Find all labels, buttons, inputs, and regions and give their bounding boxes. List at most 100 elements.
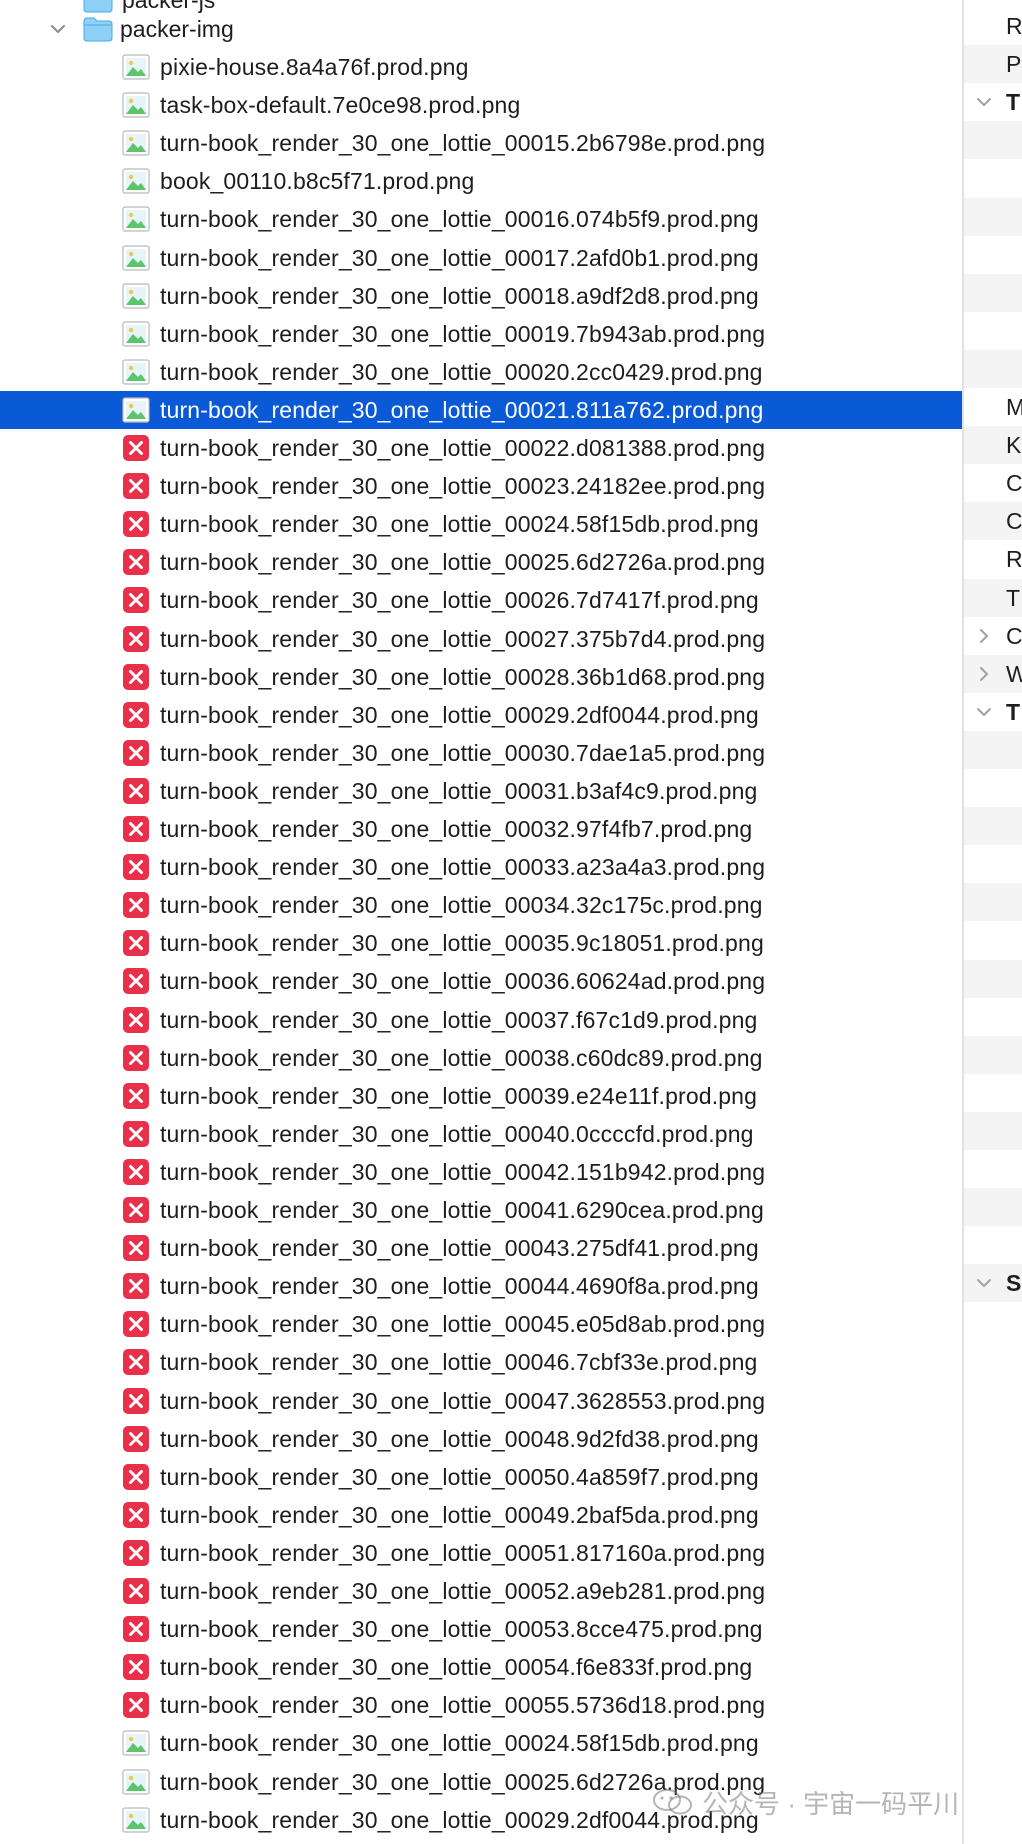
file-row[interactable]: turn-book_render_30_one_lottie_00052.a9e…	[0, 1572, 962, 1610]
file-row[interactable]: turn-book_render_30_one_lottie_00017.2af…	[0, 239, 962, 277]
file-row[interactable]: turn-book_render_30_one_lottie_00030.7da…	[0, 734, 962, 772]
image-file-icon	[122, 321, 150, 347]
missing-file-icon	[123, 1235, 149, 1262]
inspector-row: T	[964, 578, 1022, 617]
missing-file-icon	[123, 1273, 149, 1300]
file-row[interactable]: turn-book_render_30_one_lottie_00036.606…	[0, 962, 962, 1000]
inspector-row	[964, 883, 1022, 922]
file-row[interactable]: turn-book_render_30_one_lottie_00022.d08…	[0, 429, 962, 467]
image-file-icon	[122, 397, 150, 423]
chevron-down-icon[interactable]	[976, 1275, 992, 1291]
file-row[interactable]: turn-book_render_30_one_lottie_00028.36b…	[0, 658, 962, 696]
wechat-logo-icon	[653, 1789, 692, 1815]
missing-file-icon	[123, 1539, 149, 1566]
inspector-row[interactable]: C	[964, 617, 1022, 655]
file-row[interactable]: turn-book_render_30_one_lottie_00025.6d2…	[0, 543, 962, 581]
inspector-label: C	[1006, 508, 1022, 535]
file-name: turn-book_render_30_one_lottie_00027.375…	[160, 625, 766, 652]
file-row[interactable]: turn-book_render_30_one_lottie_00016.074…	[0, 200, 962, 238]
inspector-row[interactable]: T	[964, 83, 1022, 121]
missing-file-icon	[123, 739, 149, 766]
file-row[interactable]: turn-book_render_30_one_lottie_00050.4a8…	[0, 1458, 962, 1496]
file-name: turn-book_render_30_one_lottie_00038.c60…	[160, 1044, 763, 1071]
file-row[interactable]: turn-book_render_30_one_lottie_00023.241…	[0, 467, 962, 505]
file-row[interactable]: turn-book_render_30_one_lottie_00021.811…	[0, 390, 962, 429]
inspector-label: S	[1006, 1270, 1022, 1297]
inspector-label: T	[1006, 698, 1021, 725]
file-name: turn-book_render_30_one_lottie_00040.0cc…	[160, 1120, 754, 1147]
file-row[interactable]: turn-book_render_30_one_lottie_00042.151…	[0, 1153, 962, 1191]
inspector-row: P	[964, 45, 1022, 84]
file-name: turn-book_render_30_one_lottie_00034.32c…	[160, 892, 763, 919]
file-row[interactable]: turn-book_render_30_one_lottie_00027.375…	[0, 620, 962, 658]
file-row[interactable]: turn-book_render_30_one_lottie_00051.817…	[0, 1534, 962, 1572]
chevron-down-icon[interactable]	[50, 21, 66, 37]
chevron-down-icon[interactable]	[976, 704, 992, 720]
file-row[interactable]: turn-book_render_30_one_lottie_00032.97f…	[0, 810, 962, 848]
chevron-down-icon[interactable]	[976, 94, 992, 110]
inspector-row	[964, 845, 1022, 883]
file-row[interactable]: turn-book_render_30_one_lottie_00046.7cb…	[0, 1343, 962, 1381]
file-row[interactable]: turn-book_render_30_one_lottie_00040.0cc…	[0, 1115, 962, 1153]
file-row[interactable]: turn-book_render_30_one_lottie_00035.9c1…	[0, 924, 962, 962]
image-file-icon	[122, 92, 150, 118]
inspector-row[interactable]: T	[964, 693, 1022, 731]
file-row[interactable]: task-box-default.7e0ce98.prod.png	[0, 86, 962, 124]
inspector-row[interactable]: W	[964, 654, 1022, 693]
chevron-right-icon[interactable]	[976, 628, 992, 644]
file-row[interactable]: turn-book_render_30_one_lottie_00043.275…	[0, 1229, 962, 1267]
file-name: book_00110.b8c5f71.prod.png	[160, 168, 475, 195]
inspector-row	[964, 1150, 1022, 1188]
file-row[interactable]: turn-book_render_30_one_lottie_00018.a9d…	[0, 277, 962, 315]
file-row[interactable]: turn-book_render_30_one_lottie_00019.7b9…	[0, 315, 962, 353]
file-row[interactable]: turn-book_render_30_one_lottie_00026.7d7…	[0, 581, 962, 619]
file-name: turn-book_render_30_one_lottie_00021.811…	[160, 396, 764, 423]
inspector-row[interactable]: S	[964, 1264, 1022, 1303]
file-name: turn-book_render_30_one_lottie_00023.241…	[160, 473, 766, 500]
file-row[interactable]: turn-book_render_30_one_lottie_00037.f67…	[0, 1001, 962, 1039]
file-row[interactable]: turn-book_render_30_one_lottie_00029.2df…	[0, 696, 962, 734]
file-name: turn-book_render_30_one_lottie_00016.074…	[160, 206, 759, 233]
missing-file-icon	[123, 1616, 149, 1643]
file-row[interactable]: turn-book_render_30_one_lottie_00015.2b6…	[0, 124, 962, 162]
file-row[interactable]: turn-book_render_30_one_lottie_00041.629…	[0, 1191, 962, 1229]
file-row[interactable]: turn-book_render_30_one_lottie_00055.573…	[0, 1686, 962, 1724]
file-row[interactable]: turn-book_render_30_one_lottie_00054.f6e…	[0, 1648, 962, 1686]
file-name: turn-book_render_30_one_lottie_00019.7b9…	[160, 320, 766, 347]
inspector-row	[964, 236, 1022, 274]
file-row[interactable]: book_00110.b8c5f71.prod.png	[0, 162, 962, 200]
file-row[interactable]: turn-book_render_30_one_lottie_00039.e24…	[0, 1077, 962, 1115]
file-name: turn-book_render_30_one_lottie_00042.151…	[160, 1158, 766, 1185]
file-row[interactable]: turn-book_render_30_one_lottie_00053.8cc…	[0, 1610, 962, 1648]
file-row[interactable]: turn-book_render_30_one_lottie_00044.469…	[0, 1267, 962, 1305]
file-row[interactable]: turn-book_render_30_one_lottie_00033.a23…	[0, 848, 962, 886]
file-row[interactable]: turn-book_render_30_one_lottie_00038.c60…	[0, 1039, 962, 1077]
inspector-row: R	[964, 540, 1022, 578]
inspector-row	[964, 1035, 1022, 1074]
missing-file-icon	[123, 968, 149, 995]
missing-file-icon	[123, 1311, 149, 1338]
file-name: turn-book_render_30_one_lottie_00037.f67…	[160, 1006, 758, 1033]
file-name: turn-book_render_30_one_lottie_00024.58f…	[160, 1730, 759, 1757]
missing-file-icon	[123, 1654, 149, 1681]
file-row[interactable]: turn-book_render_30_one_lottie_00024.58f…	[0, 1724, 962, 1762]
file-row[interactable]: turn-book_render_30_one_lottie_00049.2ba…	[0, 1496, 962, 1534]
file-row[interactable]: turn-book_render_30_one_lottie_00048.9d2…	[0, 1420, 962, 1458]
inspector-row	[964, 1188, 1022, 1227]
inspector-label: C	[1006, 622, 1022, 649]
file-row[interactable]: pixie-house.8a4a76f.prod.png	[0, 48, 962, 86]
file-row[interactable]: turn-book_render_30_one_lottie_00034.32c…	[0, 886, 962, 924]
file-row[interactable]: turn-book_render_30_one_lottie_00045.e05…	[0, 1305, 962, 1343]
file-row[interactable]: turn-book_render_30_one_lottie_00020.2cc…	[0, 353, 962, 391]
file-name: turn-book_render_30_one_lottie_00052.a9e…	[160, 1578, 766, 1604]
file-tree[interactable]: packer-js packer-img pixie-house.8a4a76f…	[0, 0, 962, 1844]
file-name: turn-book_render_30_one_lottie_00043.275…	[160, 1235, 759, 1262]
tree-row-folder-packer-img[interactable]: packer-img	[0, 10, 962, 48]
inspector-row: C	[964, 464, 1022, 502]
missing-file-icon	[123, 816, 149, 842]
chevron-right-icon[interactable]	[976, 666, 992, 682]
file-row[interactable]: turn-book_render_30_one_lottie_00047.362…	[0, 1382, 962, 1420]
inspector-label: R	[1006, 13, 1022, 39]
file-row[interactable]: turn-book_render_30_one_lottie_00031.b3a…	[0, 772, 962, 810]
file-row[interactable]: turn-book_render_30_one_lottie_00024.58f…	[0, 505, 962, 543]
